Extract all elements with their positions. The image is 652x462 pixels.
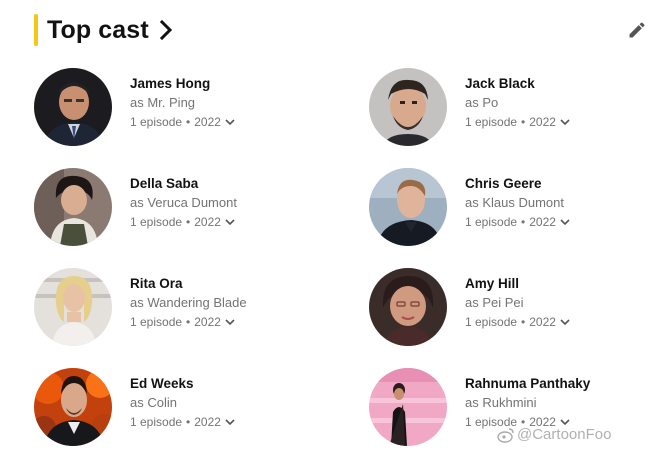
avatar-photo[interactable]	[34, 168, 112, 246]
cast-item: Ed Weeks as Colin 1 episode • 2022	[34, 368, 314, 446]
episode-info[interactable]: 1 episode • 2022	[130, 215, 236, 229]
character-name[interactable]: as Pei Pei	[465, 295, 524, 310]
episode-count: 1 episode	[130, 115, 183, 129]
actor-name[interactable]: Rahnuma Panthaky	[465, 376, 590, 391]
chevron-down-icon[interactable]	[224, 316, 236, 328]
actor-name[interactable]: Chris Geere	[465, 176, 542, 191]
section-title[interactable]: Top cast	[47, 16, 149, 45]
episode-year: 2022	[529, 115, 556, 129]
chevron-right-icon[interactable]	[158, 19, 174, 41]
separator: •	[521, 315, 526, 329]
character-name[interactable]: as Wandering Blade	[130, 295, 247, 310]
watermark-text: @CartoonFoo	[517, 426, 612, 443]
episode-count: 1 episode	[465, 215, 518, 229]
episode-info[interactable]: 1 episode • 2022	[130, 115, 236, 129]
cast-item: Chris Geere as Klaus Dumont 1 episode • 20…	[369, 168, 649, 246]
chevron-down-icon[interactable]	[224, 216, 236, 228]
character-name[interactable]: as Klaus Dumont	[465, 195, 564, 210]
separator: •	[186, 315, 191, 329]
chevron-down-icon[interactable]	[559, 216, 571, 228]
episode-info[interactable]: 1 episode • 2022	[465, 215, 571, 229]
avatar-photo[interactable]	[34, 68, 112, 146]
chevron-down-icon[interactable]	[224, 416, 236, 428]
episode-year: 2022	[194, 415, 221, 429]
separator: •	[521, 215, 526, 229]
avatar-photo[interactable]	[34, 368, 112, 446]
character-name[interactable]: as Mr. Ping	[130, 95, 195, 110]
cast-item: James Hong as Mr. Ping 1 episode • 2022	[34, 68, 314, 146]
chevron-down-icon[interactable]	[559, 116, 571, 128]
cast-item: Della Saba as Veruca Dumont 1 episode • 20…	[34, 168, 314, 246]
episode-year: 2022	[194, 315, 221, 329]
character-name[interactable]: as Veruca Dumont	[130, 195, 237, 210]
cast-item: Amy Hill as Pei Pei 1 episode • 2022	[369, 268, 649, 346]
character-name[interactable]: as Rukhmini	[465, 395, 537, 410]
episode-count: 1 episode	[130, 415, 183, 429]
cast-item: Rita Ora as Wandering Blade 1 episode • 20…	[34, 268, 314, 346]
chevron-down-icon[interactable]	[224, 116, 236, 128]
episode-count: 1 episode	[130, 315, 183, 329]
episode-year: 2022	[194, 115, 221, 129]
character-name[interactable]: as Colin	[130, 395, 177, 410]
actor-name[interactable]: Amy Hill	[465, 276, 519, 291]
episode-info[interactable]: 1 episode • 2022	[465, 115, 571, 129]
episode-year: 2022	[529, 215, 556, 229]
watermark: @CartoonFoo	[497, 426, 611, 443]
actor-name[interactable]: James Hong	[130, 76, 210, 91]
episode-info[interactable]: 1 episode • 2022	[465, 315, 571, 329]
episode-info[interactable]: 1 episode • 2022	[130, 415, 236, 429]
character-name[interactable]: as Po	[465, 95, 498, 110]
section-header: Top cast	[34, 14, 174, 46]
episode-count: 1 episode	[465, 315, 518, 329]
weibo-logo-icon	[497, 427, 514, 443]
separator: •	[186, 115, 191, 129]
actor-name[interactable]: Rita Ora	[130, 276, 183, 291]
separator: •	[521, 115, 526, 129]
pencil-icon[interactable]	[627, 20, 647, 40]
separator: •	[186, 415, 191, 429]
avatar-photo[interactable]	[34, 268, 112, 346]
episode-count: 1 episode	[130, 215, 183, 229]
episode-year: 2022	[529, 315, 556, 329]
avatar-photo[interactable]	[369, 68, 447, 146]
episode-info[interactable]: 1 episode • 2022	[130, 315, 236, 329]
avatar-photo[interactable]	[369, 368, 447, 446]
avatar-photo[interactable]	[369, 268, 447, 346]
episode-count: 1 episode	[465, 115, 518, 129]
actor-name[interactable]: Della Saba	[130, 176, 198, 191]
accent-bar	[34, 14, 38, 46]
actor-name[interactable]: Jack Black	[465, 76, 535, 91]
chevron-down-icon[interactable]	[559, 316, 571, 328]
episode-year: 2022	[194, 215, 221, 229]
separator: •	[186, 215, 191, 229]
actor-name[interactable]: Ed Weeks	[130, 376, 194, 391]
avatar-photo[interactable]	[369, 168, 447, 246]
cast-item: Jack Black as Po 1 episode • 2022	[369, 68, 649, 146]
